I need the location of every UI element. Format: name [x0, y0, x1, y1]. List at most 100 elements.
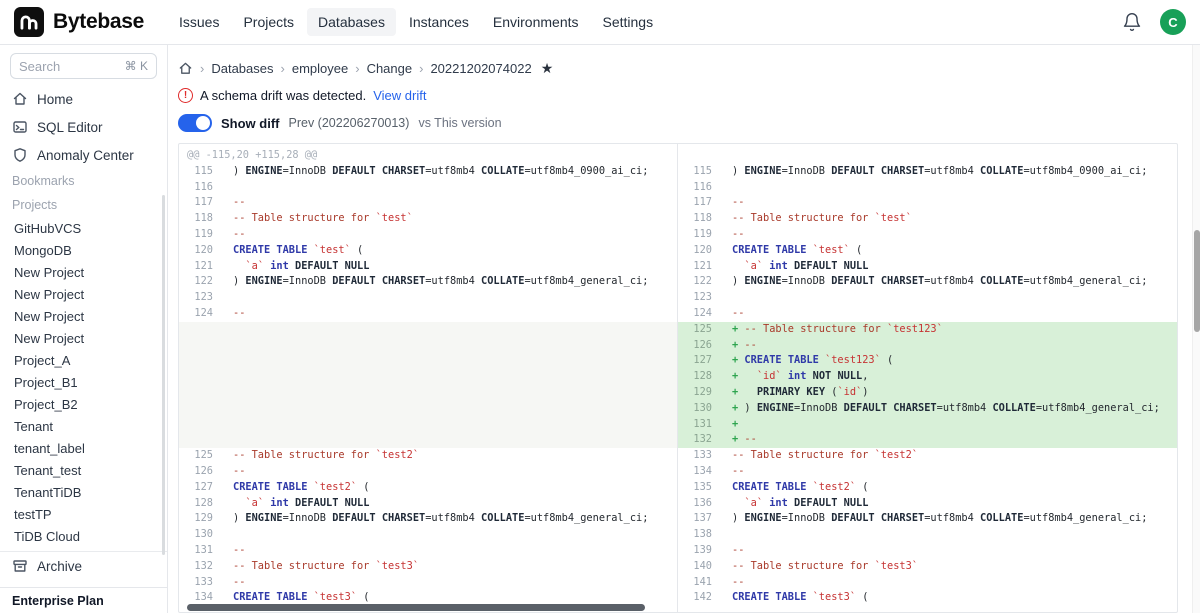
diff-context-line: 130 [179, 527, 677, 543]
code-text: CREATE TABLE `test` ( [223, 243, 677, 259]
page-scrollbar-thumb[interactable] [1194, 230, 1200, 332]
sql-editor-icon [12, 119, 28, 135]
diff-context-line: 140-- Table structure for `test3` [678, 559, 1177, 575]
project-item-tenant-label[interactable]: tenant_label [0, 437, 167, 459]
breadcrumb-separator: › [355, 61, 359, 76]
breadcrumb-item-change[interactable]: Change [367, 61, 413, 76]
bytebase-logo[interactable]: Bytebase [14, 7, 144, 37]
code-text: `a` int DEFAULT NULL [722, 496, 1177, 512]
line-number: 136 [678, 496, 722, 512]
line-number: 120 [678, 243, 722, 259]
sidebar-item-archive[interactable]: Archive [0, 552, 167, 580]
project-item-tenant[interactable]: Tenant [0, 415, 167, 437]
diff-context-line: 128 `a` int DEFAULT NULL [179, 496, 677, 512]
nav-item-projects[interactable]: Projects [232, 8, 305, 36]
project-item-project-b1[interactable]: Project_B1 [0, 371, 167, 393]
line-number: 117 [179, 195, 223, 211]
sidebar-item-anomaly-center[interactable]: Anomaly Center [0, 141, 167, 169]
diff-added-line: 126+ -- [678, 338, 1177, 354]
diff-gap-filler [179, 338, 677, 354]
diff-context-line: 135CREATE TABLE `test2` ( [678, 480, 1177, 496]
sidebar-item-home[interactable]: Home [0, 85, 167, 113]
sidebar-section-bookmarks: Bookmarks [0, 169, 167, 193]
line-number: 131 [678, 417, 722, 433]
project-item-project-b2[interactable]: Project_B2 [0, 393, 167, 415]
nav-item-environments[interactable]: Environments [482, 8, 590, 36]
diff-context-line: 115) ENGINE=InnoDB DEFAULT CHARSET=utf8m… [678, 164, 1177, 180]
prev-version-label[interactable]: Prev (202206270013) [289, 116, 410, 130]
project-item-mongodb[interactable]: MongoDB [0, 239, 167, 261]
filler [179, 369, 677, 385]
project-item-githubvcs[interactable]: GitHubVCS [0, 217, 167, 239]
nav-item-settings[interactable]: Settings [592, 8, 665, 36]
toggle-knob [196, 116, 210, 130]
line-number: 130 [678, 401, 722, 417]
line-number: 130 [179, 527, 223, 543]
archive-icon [12, 558, 28, 574]
project-item-new-project[interactable]: New Project [0, 261, 167, 283]
diff-added-line: 129+ PRIMARY KEY (`id`) [678, 385, 1177, 401]
code-text: -- [722, 543, 1177, 559]
breadcrumb-item-20221202074022[interactable]: 20221202074022 [430, 61, 531, 76]
code-text: CREATE TABLE `test2` ( [722, 480, 1177, 496]
project-item-testtp[interactable]: testTP [0, 503, 167, 525]
breadcrumb-item-employee[interactable]: employee [292, 61, 348, 76]
project-item-tenanttidb[interactable]: TenantTiDB [0, 481, 167, 503]
alert-exclamation-icon: ! [178, 88, 193, 103]
diff-context-line: 133-- Table structure for `test2` [678, 448, 1177, 464]
notifications-bell-icon[interactable] [1122, 12, 1142, 32]
project-item-project-a[interactable]: Project_A [0, 349, 167, 371]
code-text: -- [722, 575, 1177, 591]
diff-horizontal-scrollbar-thumb[interactable] [187, 604, 645, 611]
alert-text: A schema drift was detected. [200, 88, 366, 103]
header-right: C [1122, 9, 1186, 35]
project-item-tidb-cloud[interactable]: TiDB Cloud [0, 525, 167, 547]
diff-pane-right: 115) ENGINE=InnoDB DEFAULT CHARSET=utf8m… [678, 144, 1177, 612]
diff-context-line: 124-- [179, 306, 677, 322]
diff-gap-filler [179, 322, 677, 338]
sidebar-section-projects: Projects [0, 193, 167, 217]
sidebar-scrollbar[interactable] [162, 195, 165, 555]
line-number: 122 [678, 274, 722, 290]
line-number: 135 [678, 480, 722, 496]
sidebar-scroll-area: HomeSQL EditorAnomaly Center BookmarksPr… [0, 85, 167, 587]
diff-context-line: 132-- Table structure for `test3` [179, 559, 677, 575]
code-text: + -- Table structure for `test123` [722, 322, 1177, 338]
view-drift-link[interactable]: View drift [373, 88, 426, 103]
nav-item-issues[interactable]: Issues [168, 8, 230, 36]
code-text: CREATE TABLE `test2` ( [223, 480, 677, 496]
diff-context-line: 120CREATE TABLE `test` ( [678, 243, 1177, 259]
code-text: ) ENGINE=InnoDB DEFAULT CHARSET=utf8mb4 … [722, 274, 1177, 290]
line-number: 129 [179, 511, 223, 527]
nav-item-databases[interactable]: Databases [307, 8, 396, 36]
search-input[interactable]: Search ⌘ K [10, 53, 157, 79]
nav-item-instances[interactable]: Instances [398, 8, 480, 36]
user-avatar[interactable]: C [1160, 9, 1186, 35]
show-diff-toggle[interactable] [178, 114, 212, 132]
schema-drift-alert: ! A schema drift was detected. View drif… [178, 88, 1200, 103]
breadcrumb-item-databases[interactable]: Databases [211, 61, 273, 76]
sidebar-item-sql-editor[interactable]: SQL Editor [0, 113, 167, 141]
home-icon[interactable] [178, 61, 193, 76]
home-icon [12, 91, 28, 107]
sidebar-item-label: Home [37, 92, 73, 107]
diff-horizontal-scrollbar[interactable] [179, 602, 1177, 612]
diff-context-line: 121 `a` int DEFAULT NULL [179, 259, 677, 275]
line-number: 116 [678, 180, 722, 196]
code-text: -- [722, 195, 1177, 211]
project-item-new-project[interactable]: New Project [0, 283, 167, 305]
page-scrollbar[interactable] [1192, 45, 1200, 613]
project-item-tenant-test[interactable]: Tenant_test [0, 459, 167, 481]
diff-gap-filler [179, 353, 677, 369]
code-text: -- Table structure for `test3` [223, 559, 677, 575]
bookmark-star-icon[interactable]: ★ [541, 60, 554, 77]
code-text [722, 180, 1177, 196]
diff-context-line: 123 [678, 290, 1177, 306]
project-item-new-project[interactable]: New Project [0, 305, 167, 327]
code-text: -- Table structure for `test2` [223, 448, 677, 464]
breadcrumb: ›Databases›employee›Change›2022120207402… [178, 60, 1200, 77]
filler [678, 148, 1177, 164]
code-text: `a` int DEFAULT NULL [223, 496, 677, 512]
line-number: 129 [678, 385, 722, 401]
project-item-new-project[interactable]: New Project [0, 327, 167, 349]
